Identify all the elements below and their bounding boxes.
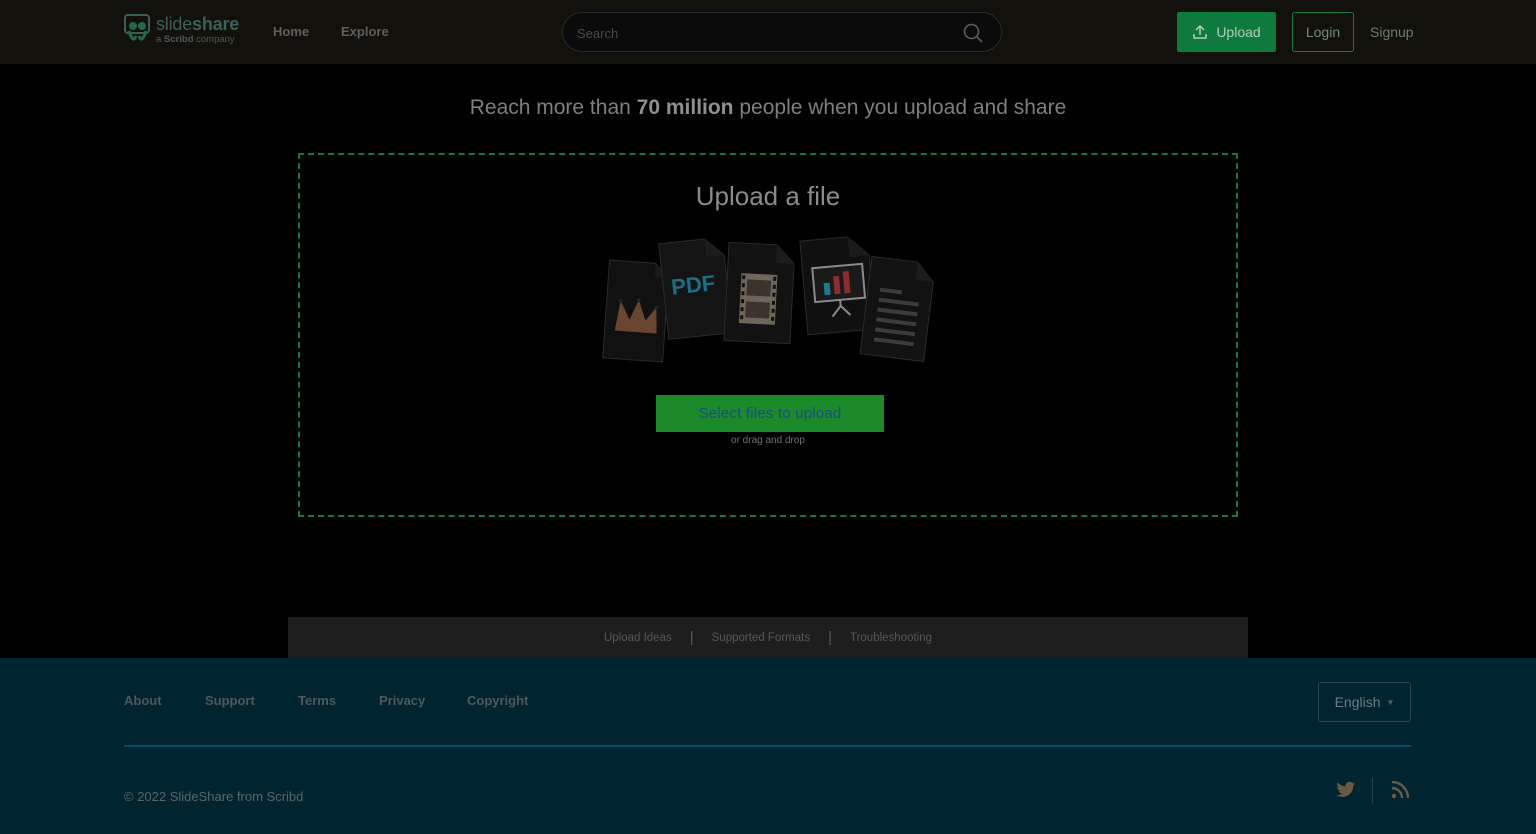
logo-tagline: a Scribd company [156,34,235,45]
search-icon[interactable] [963,23,983,43]
text-doc-icon [859,255,934,363]
upload-help-bar: Upload Ideas | Supported Formats | Troub… [288,617,1248,658]
drag-drop-hint: or drag and drop [731,435,805,446]
copyright-text: © 2022 SlideShare from Scribd [124,789,304,804]
logo-wordmark: slideshare [156,14,240,34]
file-types-illustration: PDF [602,236,934,363]
select-files-button[interactable]: Select files to upload [656,395,884,432]
upload-button-label: Upload [1216,24,1261,40]
language-selector-label: English [1334,694,1381,710]
upload-dropzone[interactable]: Upload a file PDF Select files to upload… [298,153,1238,517]
footer-privacy-link[interactable]: Privacy [379,693,425,708]
help-separator: | [828,629,832,646]
site-footer: About Support Terms Privacy Copyright En… [0,658,1536,834]
footer-divider [124,745,1411,747]
upload-ideas-link[interactable]: Upload Ideas [604,632,672,644]
slideshare-logo[interactable]: slideshare a Scribd company [124,14,244,48]
presentation-doc-icon [602,259,669,363]
upload-headline: Reach more than 70 million people when y… [469,96,1067,119]
twitter-icon[interactable] [1336,781,1356,799]
troubleshooting-link[interactable]: Troubleshooting [850,632,932,644]
upload-title: Upload a file [695,181,841,211]
social-divider [1372,778,1373,804]
nav-home-link[interactable]: Home [273,24,309,39]
login-button[interactable]: Login [1292,12,1354,52]
footer-copyright-link[interactable]: Copyright [467,693,528,708]
search-input[interactable] [577,22,947,44]
nav-explore-link[interactable]: Explore [341,24,389,39]
top-navigation-bar: slideshare a Scribd company Home Explore… [0,0,1536,64]
chevron-down-icon: ▼ [1386,697,1395,707]
search-bar [562,12,1002,52]
help-separator: | [689,629,694,646]
footer-terms-link[interactable]: Terms [298,693,336,708]
video-doc-icon [723,241,795,345]
language-selector[interactable]: English ▼ [1318,682,1411,722]
upload-button[interactable]: Upload [1177,12,1276,52]
pdf-label: PDF [670,270,716,299]
supported-formats-link[interactable]: Supported Formats [712,632,810,644]
footer-about-link[interactable]: About [124,693,162,708]
signup-link[interactable]: Signup [1370,24,1414,40]
pdf-doc-icon: PDF [658,238,733,340]
upload-arrow-icon [1193,24,1208,39]
slideshare-logo-icon [124,14,152,44]
footer-support-link[interactable]: Support [205,693,255,708]
rss-icon[interactable] [1391,781,1409,799]
